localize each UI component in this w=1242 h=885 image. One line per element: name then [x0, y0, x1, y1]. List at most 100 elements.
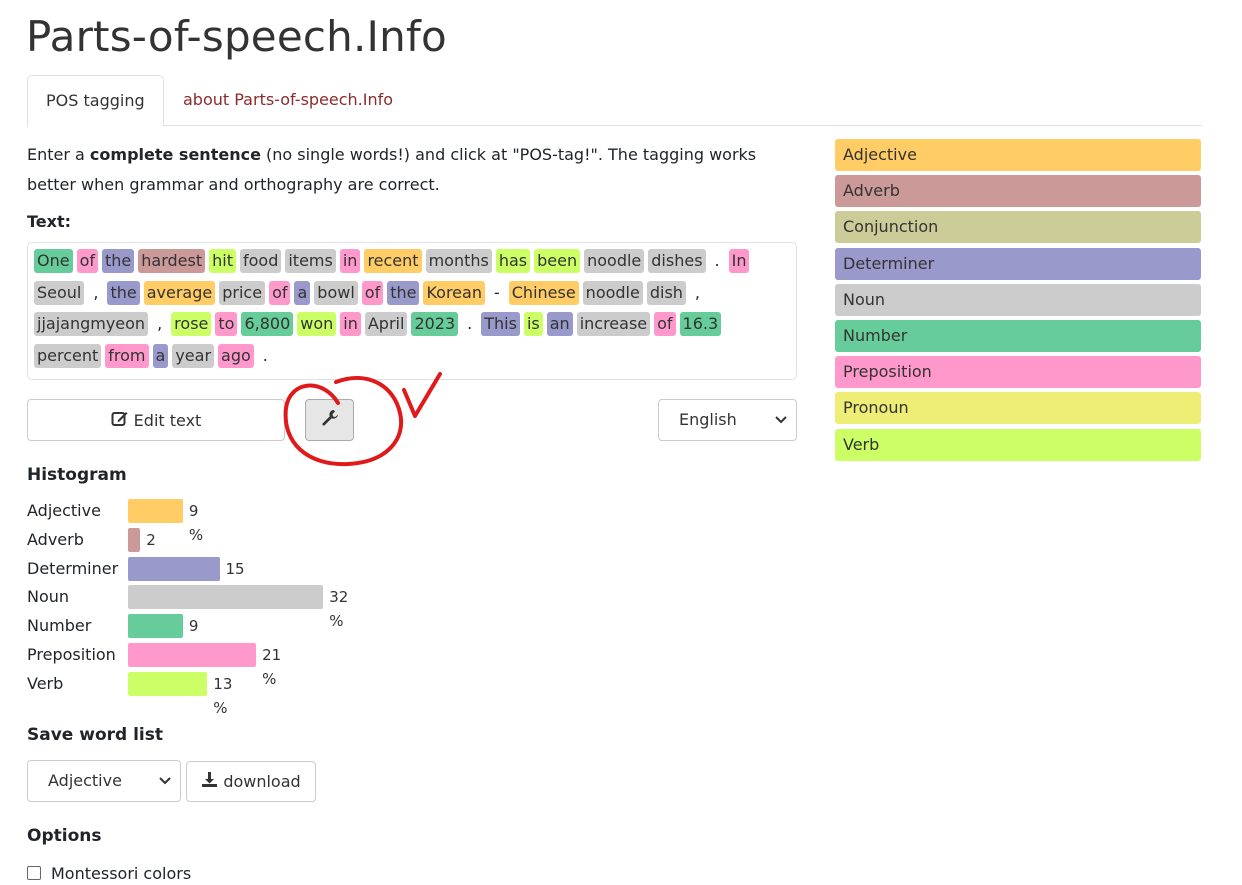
tagged-word: hardest: [138, 249, 206, 273]
site-title: Parts-of-speech.Info: [26, 12, 447, 61]
tagged-word: is: [523, 312, 543, 336]
tagged-word: of: [654, 312, 676, 336]
histogram-percent: 21 %: [262, 646, 282, 688]
download-label: download: [223, 772, 301, 791]
intro-part1: Enter a: [27, 145, 90, 164]
tagged-line: jjajangmyeon, rose to 6,800 won in April 2023. T…: [34, 312, 725, 338]
language-selected: English: [679, 410, 737, 429]
edit-icon: [111, 410, 128, 431]
tab-pos-tagging[interactable]: POS tagging: [27, 75, 164, 127]
tagged-word: dish: [646, 281, 686, 305]
legend-item: Adverb: [835, 175, 1201, 208]
tagged-word: noodle: [584, 249, 645, 273]
edit-text-label: Edit text: [133, 410, 202, 430]
tagged-word: been: [534, 249, 581, 273]
word-list-select[interactable]: Adjective: [27, 760, 181, 802]
tagged-word: won: [297, 312, 337, 336]
tagged-word: year: [172, 344, 215, 368]
tab-about[interactable]: about Parts-of-speech.Info: [165, 75, 411, 126]
punctuation: ,: [93, 283, 99, 302]
tagged-word: food: [239, 249, 282, 273]
save-word-list-title: Save word list: [27, 725, 163, 745]
tagged-word: of: [361, 281, 384, 305]
tagged-word: In: [728, 249, 750, 273]
legend-item: Verb: [835, 428, 1201, 461]
tagged-word: a: [294, 281, 311, 305]
tagged-word: April: [364, 312, 408, 336]
histogram-bar: [128, 643, 257, 667]
tagged-word: of: [269, 281, 291, 305]
punctuation: ,: [157, 314, 163, 333]
tagged-word: in: [340, 312, 361, 336]
histogram-percent: 13 %: [213, 674, 233, 717]
tagged-word: rose: [171, 312, 212, 336]
legend-item: Adjective: [835, 139, 1201, 171]
word-list-selected: Adjective: [48, 771, 122, 790]
tagged-word: Korean: [423, 281, 485, 305]
histogram-label: Adjective: [27, 501, 101, 520]
legend-item: Noun: [835, 283, 1201, 316]
montessori-label: Montessori colors: [51, 863, 192, 883]
histogram-label: Preposition: [27, 645, 116, 664]
montessori-option: Montessori colors: [27, 862, 191, 884]
punctuation: ,: [694, 283, 701, 302]
intro-bold: complete sentence: [89, 145, 261, 164]
edit-text-button[interactable]: Edit text: [27, 399, 285, 441]
tagged-line: percent from a year ago.: [34, 344, 277, 370]
tagged-word: This: [481, 312, 520, 336]
tagged-text-box: One of the hardest hit food items in recent month…: [27, 242, 797, 380]
punctuation: -: [493, 283, 500, 302]
tagged-word: the: [102, 249, 135, 273]
legend-item: Number: [835, 320, 1201, 352]
legend-item: Conjunction: [835, 211, 1201, 244]
histogram-bar: [128, 499, 183, 523]
punctuation: .: [714, 251, 720, 270]
language-select[interactable]: English: [658, 399, 797, 441]
tagged-word: One: [34, 249, 73, 273]
histogram-label: Determiner: [27, 558, 119, 578]
tagged-word: 16.3: [679, 312, 722, 336]
tagged-word: to: [215, 312, 238, 336]
text-label: Text:: [27, 212, 72, 231]
punctuation: .: [262, 346, 268, 365]
histogram-bar: [128, 614, 183, 639]
annotation-circle-check: [283, 372, 442, 467]
download-button[interactable]: download: [186, 761, 316, 802]
tagged-word: 6,800: [241, 312, 294, 336]
histogram-bar: [128, 585, 324, 610]
tagged-word: hit: [209, 249, 236, 273]
legend-item: Pronoun: [835, 392, 1201, 425]
punctuation: .: [467, 314, 473, 333]
tagged-line: Seoul, the average price of a bowl of the Korean -…: [34, 281, 709, 307]
download-icon: [201, 771, 218, 792]
histogram-bar: [128, 527, 141, 552]
tagged-word: in: [339, 249, 361, 273]
tagged-word: average: [143, 281, 216, 305]
tagged-word: the: [387, 281, 420, 305]
tagged-word: from: [105, 344, 149, 368]
tagged-word: jjajangmyeon: [34, 312, 149, 336]
tagged-word: increase: [576, 312, 651, 336]
tagged-word: ago: [218, 344, 254, 368]
tagged-word: Chinese: [508, 281, 579, 305]
tagged-word: has: [495, 249, 531, 273]
montessori-checkbox[interactable]: [27, 866, 41, 880]
histogram-label: Adverb: [27, 529, 84, 549]
histogram-bar: [128, 671, 208, 696]
tagged-word: of: [76, 249, 98, 273]
tagged-word: items: [285, 249, 336, 273]
tagged-word: percent: [34, 344, 102, 368]
histogram-label: Verb: [27, 673, 64, 693]
tagged-word: the: [107, 281, 140, 305]
histogram-label: Noun: [27, 587, 70, 607]
legend-item: Determiner: [835, 247, 1201, 280]
tagged-word: noodle: [582, 281, 643, 305]
tagged-word: recent: [364, 249, 422, 273]
histogram-percent: 32 %: [329, 588, 349, 631]
tagged-word: a: [152, 344, 169, 368]
histogram-percent: 9 %: [188, 502, 204, 544]
tagged-word: months: [425, 249, 492, 273]
options-title: Options: [27, 826, 102, 846]
chevron-down-icon: [158, 761, 172, 816]
tagged-line: One of the hardest hit food items in recent month…: [34, 249, 753, 275]
